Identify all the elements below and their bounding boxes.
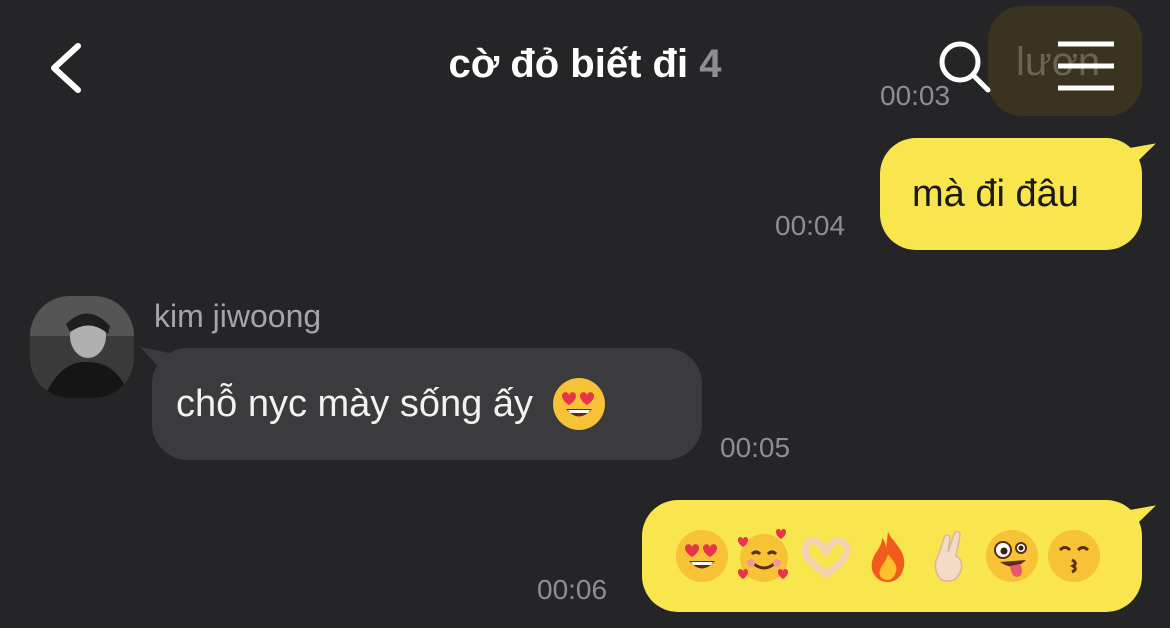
chevron-left-icon [51, 43, 81, 93]
avatar-image [30, 296, 134, 398]
message-time: 00:04 [775, 210, 846, 241]
menu-button[interactable] [1048, 36, 1124, 96]
fire-emoji [871, 532, 905, 582]
smiling-face-with-hearts-emoji [738, 529, 788, 582]
bubble-tail [140, 346, 170, 380]
message-time: 00:06 [537, 574, 608, 605]
message-text: mà đi đâu [912, 172, 1079, 215]
heart-hands-emoji [801, 537, 851, 578]
their-message-bubble[interactable]: chỗ nyc mày sống ấy [140, 346, 702, 460]
emoji-row [674, 528, 1102, 584]
message-time: 00:05 [720, 432, 791, 463]
kissing-face-emoji [1048, 530, 1100, 582]
member-count: 4 [699, 42, 722, 86]
search-button[interactable] [934, 34, 998, 98]
crossed-fingers-emoji [934, 530, 963, 582]
search-icon [939, 41, 991, 93]
bubble-tail [1126, 143, 1156, 173]
back-button[interactable] [40, 36, 100, 100]
heart-eyes-emoji [552, 378, 605, 430]
message-text: chỗ nyc mày sống ấy [176, 382, 533, 425]
bubble-tail [1126, 505, 1156, 535]
zany-face-emoji [986, 530, 1038, 582]
heart-eyes-emoji [676, 530, 728, 582]
chat-title-text: cờ đỏ biết đi [448, 42, 689, 86]
my-message-bubble[interactable]: mà đi đâu [880, 138, 1156, 250]
avatar[interactable] [30, 296, 134, 398]
my-message-bubble[interactable] [642, 500, 1156, 612]
hamburger-menu-icon [1058, 41, 1114, 91]
sender-name: kim jiwoong [154, 298, 322, 334]
